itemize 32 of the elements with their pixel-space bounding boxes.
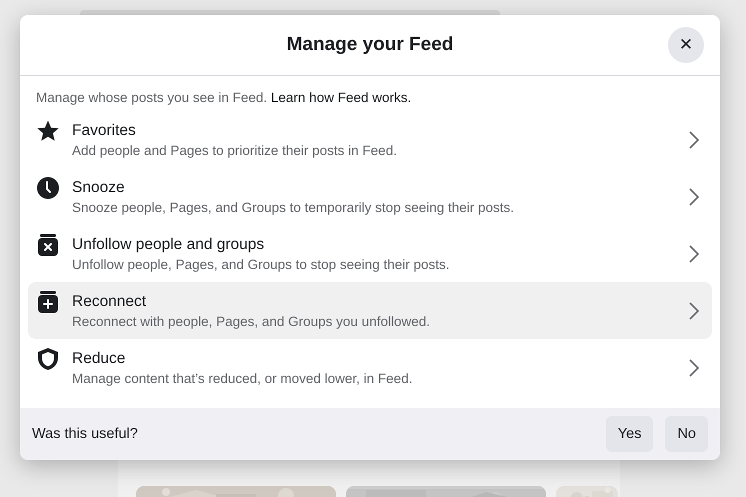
chevron-right-icon <box>688 186 700 206</box>
feedback-question: Was this useful? <box>32 426 138 442</box>
menu-item[interactable]: Reduce Manage content that’s reduced, or moved lower, in Feed. <box>28 339 712 396</box>
dialog-title: Manage your Feed <box>286 34 454 56</box>
item-description: Reconnect with people, Pages, and Groups you unfollowed. <box>72 314 431 328</box>
item-description: Snooze people, Pages, and Groups to temporarily stop seeing their posts. <box>72 200 516 214</box>
chevron-right-icon <box>688 130 700 150</box>
learn-link[interactable]: Learn how Feed works. <box>270 90 412 105</box>
box-x-icon <box>36 232 60 256</box>
chevron-right-icon <box>688 300 700 320</box>
menu-item[interactable]: Favorites Add people and Pages to prioritize their posts in Feed. <box>28 111 712 168</box>
feedback-button[interactable]: Yes <box>606 416 654 452</box>
star-icon <box>36 118 60 142</box>
menu-item[interactable]: Reconnect Reconnect with people, Pages, and Groups you unfollowed. <box>28 282 712 339</box>
item-title: Unfollow people and groups <box>72 236 266 254</box>
menu-item[interactable]: Snooze Snooze people, Pages, and Groups to temporarily stop seeing their posts. <box>28 168 712 225</box>
item-title: Reconnect <box>72 292 148 310</box>
item-title: Favorites <box>72 122 137 140</box>
intro-text: Manage whose posts you see in Feed. Learn how Feed works. <box>36 90 412 105</box>
item-title: Reduce <box>72 350 126 368</box>
chevron-right-icon <box>688 244 700 264</box>
clock-icon <box>36 176 60 200</box>
close-button[interactable]: ✕ <box>668 27 704 63</box>
item-description: Manage content that’s reduced, or moved lower, in Feed. <box>72 370 414 386</box>
item-description: Add people and Pages to prioritize their posts in Feed. <box>72 142 398 158</box>
box-plus-icon <box>36 290 60 314</box>
item-title: Snooze <box>72 178 126 196</box>
item-description: Unfollow people, Pages, and Groups to stop seeing their posts. <box>72 256 450 272</box>
chevron-right-icon <box>688 358 700 378</box>
shield-icon <box>36 346 60 370</box>
menu-item[interactable]: Unfollow people and groups Unfollow people, Pages, and Groups to stop seeing their posts. <box>28 225 712 282</box>
feedback-button[interactable]: No <box>665 416 708 452</box>
